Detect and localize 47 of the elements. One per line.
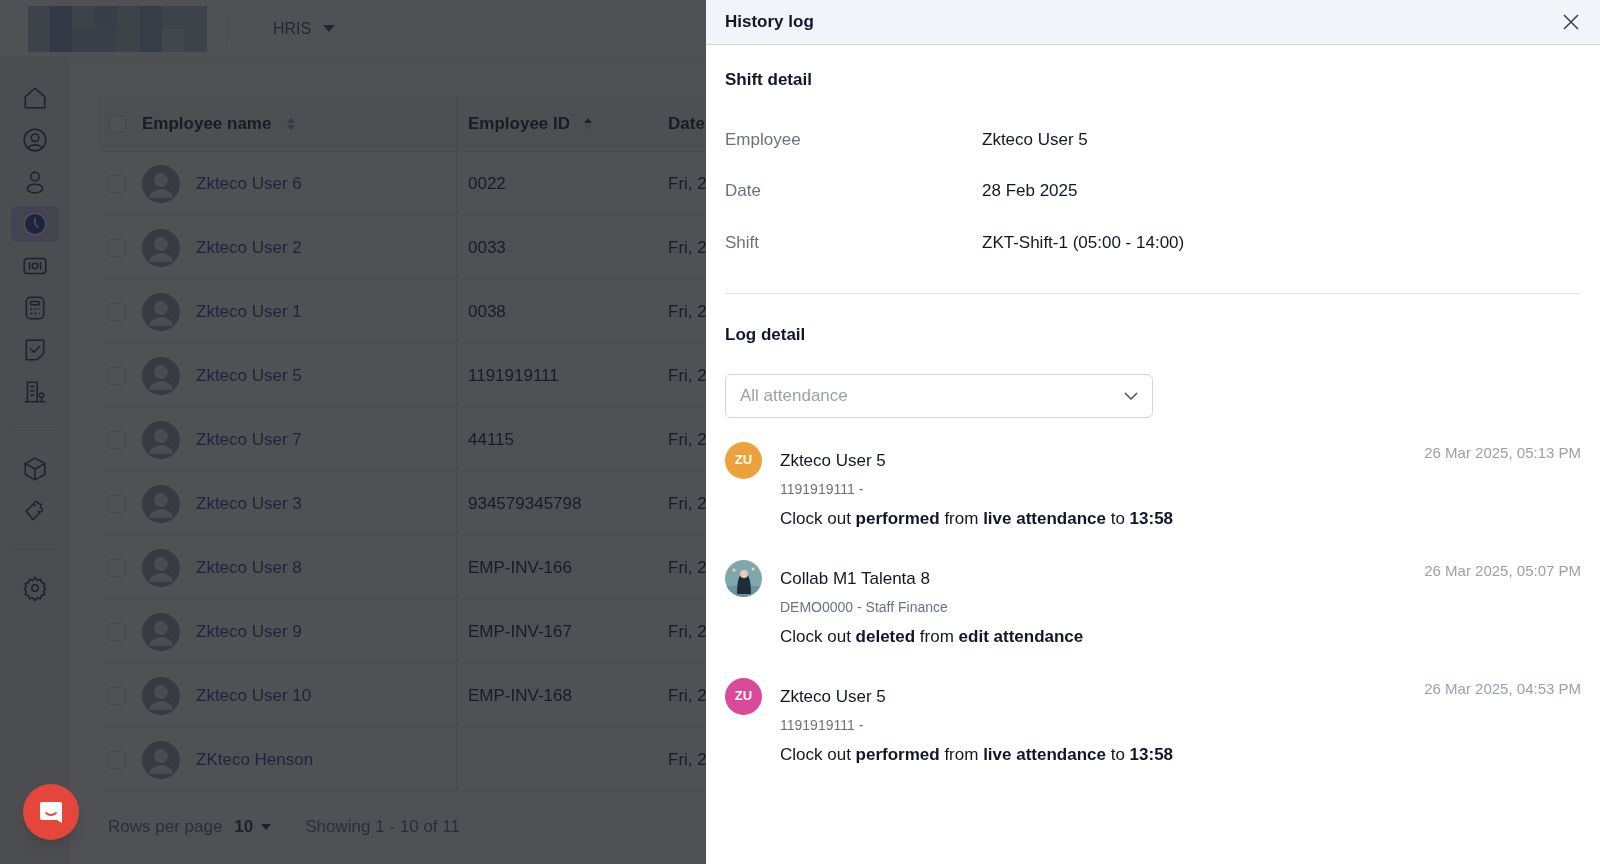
table-cell-text: 0038 [468, 300, 506, 323]
section-heading: Shift detail [725, 69, 813, 91]
table-cell-text: 0022 [468, 172, 506, 195]
log-timestamp: 26 Mar 2025, 04:53 PM [1424, 678, 1581, 699]
table-cell-text: Fri, 2 [668, 748, 707, 771]
log-message: Clock out deleted from edit attendance [780, 626, 1085, 648]
log-timestamp: 26 Mar 2025, 05:13 PM [1424, 442, 1581, 463]
panel-title: History log [725, 11, 814, 34]
field-label: Employee [725, 128, 802, 151]
table-cell-text: Fri, 2 [668, 300, 707, 323]
table-cell-text: Fri, 2 [668, 684, 707, 707]
log-author: Collab M1 Talenta 8 [780, 567, 930, 590]
field-value: 28 Feb 2025 [982, 180, 1078, 202]
table-cell-text: Fri, 2 [668, 364, 707, 387]
chat-icon [38, 799, 64, 825]
log-author: Zkteco User 5 [780, 449, 886, 472]
log-subtitle: DEMO0000 - Staff Finance [780, 598, 949, 617]
table-cell-text: 1191919111 [468, 364, 559, 387]
log-author: Zkteco User 5 [780, 685, 886, 708]
field-value: ZKT-Shift-1 (05:00 - 14:00) [982, 231, 1185, 254]
log-subtitle: 1191919111 - [780, 716, 865, 735]
log-message: Clock out performed from live attendance to 13:58 [780, 744, 1175, 766]
close-button[interactable] [1561, 12, 1581, 32]
section-heading: Log detail [725, 324, 807, 346]
table-cell-text: EMP-INV-168 [468, 684, 572, 707]
table-cell-text: Fri, 2 [668, 428, 707, 451]
avatar-badge: ZU [725, 441, 762, 479]
log-timestamp: 26 Mar 2025, 05:07 PM [1424, 560, 1581, 581]
table-cell-text: Fri, 2 [668, 492, 707, 515]
table-cell-text: 44115 [468, 428, 514, 451]
avatar-badge: ZU [725, 677, 762, 715]
log-subtitle: 1191919111 - [780, 480, 865, 499]
table-cell-text: Fri, 2 [668, 620, 707, 643]
table-cell-text: 934579345798 [468, 492, 582, 515]
table-cell-text: 0033 [468, 236, 506, 259]
field-value: Zkteco User 5 [982, 128, 1088, 151]
chevron-down-icon [1124, 391, 1138, 400]
table-cell-text: EMP-INV-166 [468, 556, 572, 579]
close-icon [1563, 14, 1579, 30]
field-label: Shift [725, 231, 761, 254]
field-label: Date [725, 180, 762, 202]
attendance-filter-dropdown[interactable]: All attendance [725, 373, 1153, 418]
table-cell-text: EMP-INV-167 [468, 620, 572, 643]
table-cell-text: Fri, 2 [668, 172, 707, 195]
table-cell-text: Fri, 2 [668, 556, 707, 579]
table-cell-text: Fri, 2 [668, 236, 707, 259]
log-message: Clock out performed from live attendance to 13:58 [780, 508, 1175, 530]
